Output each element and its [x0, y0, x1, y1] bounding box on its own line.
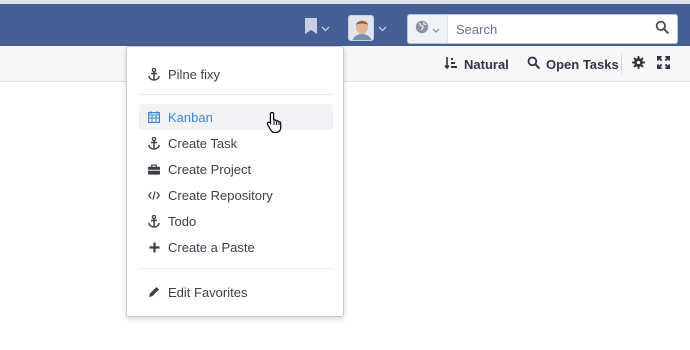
menu-item-label: Kanban: [168, 109, 213, 125]
menu-item-kanban[interactable]: Kanban: [139, 104, 333, 130]
order-natural-button[interactable]: Natural: [444, 46, 509, 82]
search-icon: [527, 56, 540, 72]
avatar: [348, 15, 374, 41]
open-tasks-label: Open Tasks: [546, 56, 619, 72]
menu-item-label: Pilne fixy: [168, 66, 221, 82]
search-icon: [655, 20, 669, 39]
menu-item-create-repository[interactable]: Create Repository: [139, 182, 333, 208]
order-natural-label: Natural: [464, 56, 509, 72]
menu-item-label: Todo: [168, 213, 197, 229]
search-input[interactable]: [448, 15, 647, 43]
menu-item-label: Create Project: [168, 161, 252, 177]
chevron-down-icon: [432, 20, 440, 38]
briefcase-icon: [148, 162, 160, 176]
fullscreen-button[interactable]: [657, 46, 670, 82]
globe-icon: [415, 20, 429, 39]
gear-icon: [632, 56, 645, 72]
menu-item-label: Create Repository: [168, 187, 273, 203]
user-menu-button[interactable]: [348, 14, 392, 42]
sort-icon: [444, 56, 458, 73]
toolbar-divider: [621, 54, 622, 74]
page-toolbar: Natural Open Tasks: [0, 46, 690, 82]
calendar-icon: [148, 110, 160, 124]
top-header-bar: [0, 0, 690, 46]
chevron-down-icon: [378, 19, 387, 37]
menu-item-label: Create Task: [168, 135, 238, 151]
chevron-down-icon: [321, 19, 330, 37]
search-submit-button[interactable]: [647, 15, 677, 43]
menu-item-label: Create a Paste: [168, 239, 255, 255]
search-bar: [407, 14, 678, 44]
search-scope-button[interactable]: [408, 15, 448, 43]
menu-item-create-task[interactable]: Create Task: [139, 130, 333, 156]
bookmark-icon: [304, 17, 318, 39]
favorites-dropdown-menu: Pilne fixy Kanban Create Task Create Pro…: [126, 46, 344, 317]
favorites-menu-button[interactable]: [304, 14, 338, 42]
anchor-icon: [148, 214, 160, 228]
menu-divider: [139, 268, 333, 269]
menu-item-label: Edit Favorites: [168, 284, 248, 300]
anchor-icon: [148, 67, 160, 81]
plus-icon: [148, 240, 160, 254]
open-tasks-button[interactable]: Open Tasks: [527, 46, 619, 82]
anchor-icon: [148, 136, 160, 150]
settings-button[interactable]: [632, 46, 645, 82]
menu-item-todo[interactable]: Todo: [139, 208, 333, 234]
menu-item-create-project[interactable]: Create Project: [139, 156, 333, 182]
menu-item-edit-favorites[interactable]: Edit Favorites: [139, 279, 333, 305]
expand-icon: [657, 56, 670, 72]
pencil-icon: [148, 285, 160, 299]
menu-divider: [139, 94, 333, 95]
code-icon: [148, 188, 160, 202]
menu-item-create-a-paste[interactable]: Create a Paste: [139, 234, 333, 260]
menu-item-pilne-fixy[interactable]: Pilne fixy: [139, 61, 333, 87]
